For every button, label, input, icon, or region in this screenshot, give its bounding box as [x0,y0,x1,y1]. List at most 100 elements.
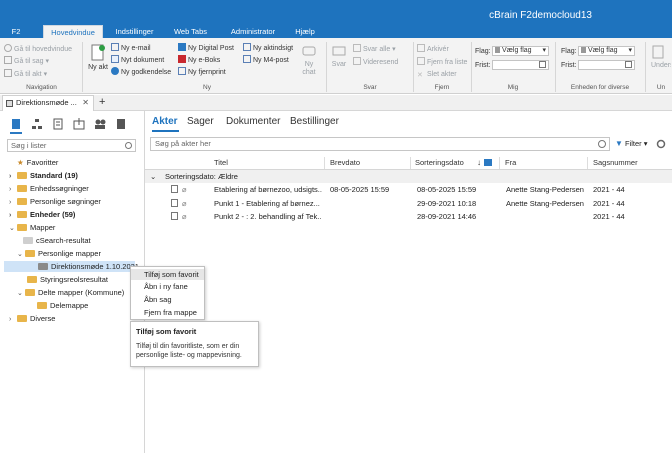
hierarchy-icon[interactable] [31,118,43,132]
column-case-number[interactable]: Sagsnummer [593,157,638,169]
menu-hjaelp[interactable]: Hjælp [290,25,320,38]
tree-item-favorites[interactable]: ★ Favoritter [9,157,58,168]
chevron-down-icon[interactable]: ⌄ [17,249,25,260]
tree-item-csearch-result[interactable]: cSearch-resultat [23,235,91,246]
tab-akter[interactable]: Akter [152,116,178,127]
archive-button[interactable]: Arkivér [417,44,449,54]
group-row[interactable]: ⌄ Sorteringsdato: Ældre [145,170,672,183]
go-to-document-button[interactable]: Gå til akt ▾ [4,69,47,79]
unit-due-input[interactable] [578,60,635,70]
tab-dokumenter[interactable]: Dokumenter [226,116,280,127]
tree-item-shared-folders[interactable]: ⌄ Delte mapper (Kommune) [17,287,124,298]
new-remote-print-button[interactable]: Ny fjernprint [178,67,226,77]
remove-from-list-button[interactable]: Fjern fra liste [417,57,467,67]
column-sort-date[interactable]: Sorteringsdato [415,157,464,169]
menu-indstillinger[interactable]: Indstillinger [107,25,162,38]
document-tab-bar: Direktionsmøde ... ✕ + [0,95,672,111]
new-chat-button[interactable]: Ny chat [298,46,320,77]
reply-button[interactable]: Svar [330,45,348,69]
forward-icon [353,57,361,65]
chevron-right-icon[interactable]: › [9,210,17,221]
tree-item-unit-searches[interactable]: › Enhedssøgninger [9,183,89,194]
archive-icon [417,44,425,52]
binder-icon[interactable] [115,118,127,132]
delete-button[interactable]: ✕ Slet akter [417,70,457,79]
folder-icon [17,224,27,231]
chevron-down-icon[interactable]: ⌄ [17,288,25,299]
menu-f2[interactable]: F2 [6,25,26,38]
table-row[interactable]: ⌀ Punkt 2 - : 2. behandling af Tek... 28… [145,210,672,223]
add-tab-button[interactable]: + [99,96,105,109]
me-due-input[interactable] [492,60,549,70]
new-document-button[interactable]: Nyt dokument [111,55,164,65]
back-to-main-button[interactable]: Gå til hovedvindue [4,44,72,54]
export-icon[interactable] [73,118,85,132]
tab-sager[interactable]: Sager [187,116,214,127]
tooltip-title: Tilføj som favorit [136,327,197,336]
delete-icon: ✕ [417,72,423,79]
new-document-big-button[interactable]: Ny akt [88,44,108,72]
new-approval-button[interactable]: Ny godkendelse [111,67,171,77]
filter-button[interactable]: ▼ Filter ▾ [613,137,653,151]
chevron-right-icon[interactable]: › [9,197,17,208]
search-folder-icon [23,237,33,244]
chevron-down-icon: ▾ [628,47,632,54]
table-row[interactable]: ⌀ Punkt 1 - Etablering af børnez... 29-0… [145,197,672,210]
chevron-right-icon[interactable]: › [9,171,17,182]
attachment-icon: ⌀ [182,185,187,194]
tab-bestillinger[interactable]: Bestillinger [290,116,339,127]
folder-icon [17,185,27,192]
calendar-icon [625,61,632,68]
folder-icon [6,100,13,107]
tree-item-direktionsmode[interactable]: Direktionsmøde 1.10.2021 [4,261,139,272]
ribbon-separator [326,42,327,92]
chevron-down-icon: ⌄ [150,172,157,181]
menu-hovedvindue[interactable]: Hovedvindue [43,25,103,38]
new-email-button[interactable]: Ny e-mail [111,43,151,53]
list-search-input[interactable]: Søg i lister [7,139,136,152]
documents-icon[interactable] [10,118,22,130]
menu-item-open-case[interactable]: Åbn sag [131,294,204,305]
menu-item-remove-from-folder[interactable]: Fjern fra mappe [131,307,204,318]
chevron-down-icon: ▾ [542,47,546,54]
sign-button[interactable]: Underskriv [651,45,671,70]
new-digital-post-button[interactable]: Ny Digital Post [178,43,234,53]
tree-item-personal-searches[interactable]: › Personlige søgninger [9,196,101,207]
menu-administrator[interactable]: Administrator [222,25,284,38]
column-letter-date[interactable]: Brevdato [330,157,360,169]
chevron-right-icon[interactable]: › [9,184,17,195]
list-icon[interactable] [52,118,64,132]
reply-all-button[interactable]: Svar alle ▾ [353,44,396,54]
ribbon-separator [82,42,83,92]
column-from[interactable]: Fra [505,157,516,169]
users-icon[interactable] [94,118,106,132]
column-title[interactable]: Titel [214,157,228,169]
tree-item-diverse[interactable]: › Diverse [9,313,55,324]
tree-item-personal-folders[interactable]: ⌄ Personlige mapper [17,248,101,259]
forward-button[interactable]: Videresend [353,57,398,67]
document-search-input[interactable]: Søg på akter her [150,137,610,151]
new-m4-post-button[interactable]: Ny M4-post [243,55,289,65]
tree-item-delemappe[interactable]: Delemappe [37,300,88,311]
folder-icon [17,315,27,322]
menu-item-open-new-tab[interactable]: Åbn i ny fane [131,281,204,292]
settings-icon[interactable] [656,139,666,149]
table-row[interactable]: ⌀ Etablering af børnezoo, udsigts... 08-… [145,183,672,196]
tree-item-standard[interactable]: › Standard (19) [9,170,78,181]
tree-item-folders[interactable]: ⌄ Mapper [9,222,55,233]
column-divider [410,157,411,169]
menu-item-add-favorite[interactable]: Tilføj som favorit [131,269,204,280]
me-flag-select[interactable]: Vælg flag ▾ [492,46,549,56]
group-by-icon[interactable] [484,159,492,166]
unit-flag-select[interactable]: Vælg flag ▾ [578,46,635,56]
menu-web-tabs[interactable]: Web Tabs [168,25,213,38]
new-access-request-button[interactable]: Ny aktindsigt [243,43,293,53]
chevron-right-icon[interactable]: › [9,314,17,325]
tree-item-units[interactable]: › Enheder (59) [9,209,75,220]
tree-item-styringsreol[interactable]: Styringsreolsresultat [27,274,108,285]
new-eboks-button[interactable]: Ny e-Boks [178,55,220,65]
go-to-case-button[interactable]: Gå til sag ▾ [4,56,49,66]
chevron-down-icon[interactable]: ⌄ [9,223,17,234]
close-icon[interactable]: ✕ [82,96,89,110]
document-tab[interactable]: Direktionsmøde ... ✕ [2,95,94,111]
